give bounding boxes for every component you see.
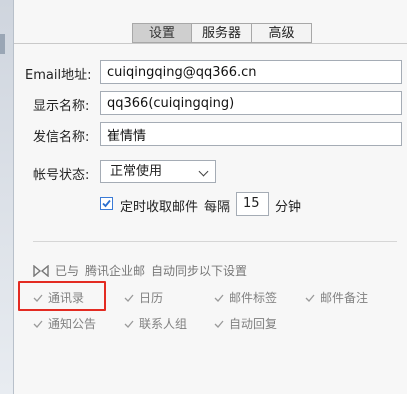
check-icon [214, 320, 224, 328]
sync-provider: 腾讯企业邮 [85, 264, 146, 278]
sync-item-label: 通知公告 [48, 317, 97, 331]
tab-bar: 设置 服务器 高级 [132, 23, 312, 43]
check-icon [124, 294, 134, 302]
sync-item-mail-tags: 邮件标签 [214, 289, 277, 306]
sync-item-auto-reply: 自动回复 [214, 315, 277, 332]
check-icon [305, 294, 315, 302]
sync-item-label: 联系人组 [139, 317, 188, 331]
check-icon [124, 320, 134, 328]
account-status-select[interactable]: 正常使用 [100, 160, 216, 183]
section-divider [33, 241, 397, 242]
account-status-value: 正常使用 [110, 164, 163, 179]
account-settings-panel: 设置 服务器 高级 Email地址: 显示名称: 发信名称: 帐号状态: 正常使… [14, 0, 407, 394]
sync-suffix: 自动同步以下设置 [151, 264, 248, 278]
sync-item-mail-notes: 邮件备注 [305, 289, 368, 306]
sync-item-announcements: 通知公告 [33, 315, 96, 332]
interval-input[interactable]: 15 [236, 192, 269, 216]
sync-prefix: 已与 [55, 264, 80, 278]
scheduled-fetch-label: 定时收取邮件 [120, 200, 199, 215]
tab-advanced[interactable]: 高级 [252, 23, 312, 43]
account-status-label: 帐号状态: [33, 168, 90, 183]
sync-item-contact-groups: 联系人组 [124, 315, 187, 332]
scheduled-fetch-checkbox[interactable] [100, 197, 113, 210]
sender-name-field[interactable] [100, 122, 402, 146]
sender-name-label: 发信名称: [33, 130, 90, 145]
check-icon [33, 320, 43, 328]
parent-window-edge [0, 0, 14, 394]
sync-item-calendar: 日历 [124, 289, 163, 306]
sync-item-label: 邮件备注 [320, 291, 369, 305]
sync-item-label: 日历 [139, 291, 164, 305]
tab-settings[interactable]: 设置 [132, 23, 192, 43]
contacts-highlight-box [18, 281, 106, 311]
sync-notice: 已与 腾讯企业邮 自动同步以下设置 [33, 262, 253, 279]
email-field[interactable] [100, 60, 402, 84]
interval-prefix-label: 每隔 [204, 200, 231, 215]
checkmark-icon [102, 199, 111, 208]
window-edge-marker [0, 34, 5, 54]
chevron-down-icon [198, 166, 209, 177]
interval-unit-label: 分钟 [275, 200, 302, 215]
sync-item-label: 邮件标签 [229, 291, 278, 305]
display-name-label: 显示名称: [33, 99, 90, 114]
sync-item-label: 自动回复 [229, 317, 278, 331]
check-icon [214, 294, 224, 302]
display-name-field[interactable] [100, 91, 402, 115]
email-label: Email地址: [25, 68, 92, 83]
tab-divider [14, 43, 407, 44]
sync-link-icon [33, 264, 49, 277]
tab-server[interactable]: 服务器 [192, 23, 252, 43]
